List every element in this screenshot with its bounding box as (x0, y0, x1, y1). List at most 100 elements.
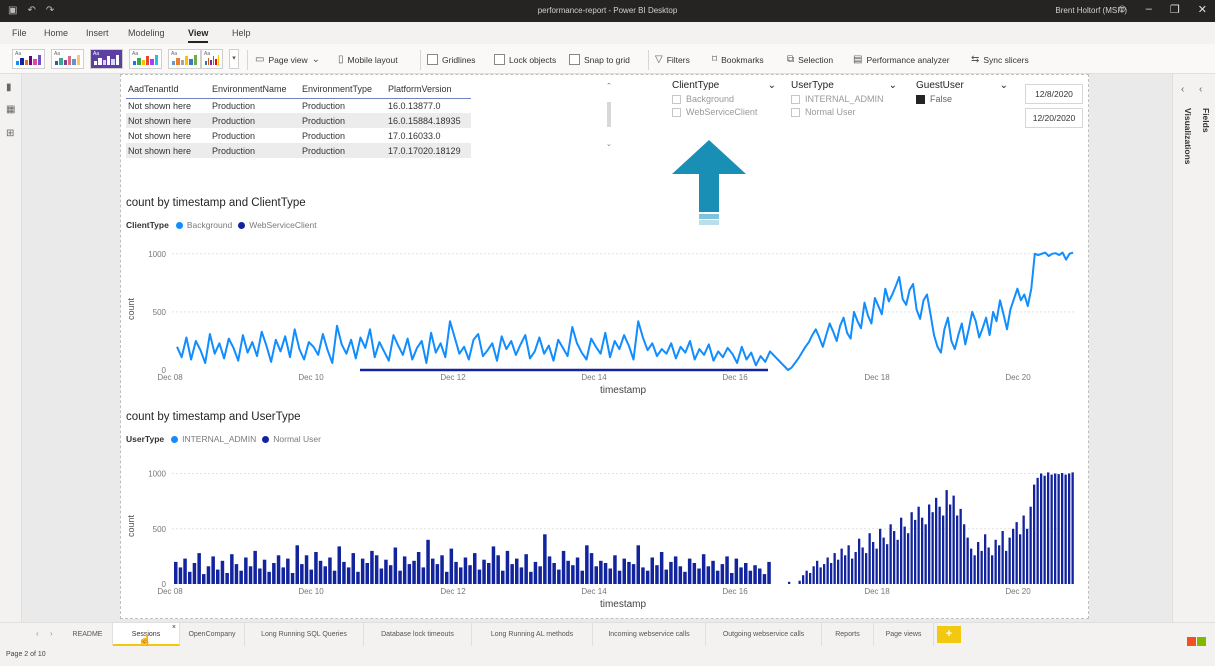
column-bar[interactable] (431, 558, 435, 584)
column-bar[interactable] (655, 565, 659, 584)
column-bar[interactable] (994, 539, 997, 584)
tab-view[interactable]: View (188, 28, 209, 43)
tab-home[interactable]: Home (44, 28, 68, 38)
page-tab-reports[interactable]: Reports (822, 623, 874, 646)
column-bar[interactable] (318, 560, 323, 584)
column-bar[interactable] (174, 561, 178, 584)
column-bar[interactable] (304, 555, 309, 584)
column-bar[interactable] (1050, 474, 1053, 584)
theme-swatch[interactable]: Aa (129, 49, 162, 69)
column-bar[interactable] (398, 570, 402, 584)
column-bar[interactable] (823, 564, 826, 584)
column-bar[interactable] (253, 550, 257, 584)
column-bar[interactable] (529, 571, 533, 584)
column-bar[interactable] (370, 550, 374, 584)
page-tab-outgoing-webservice-calls[interactable]: Outgoing webservice calls (706, 623, 822, 646)
column-bar[interactable] (290, 573, 295, 584)
column-bar[interactable] (1033, 484, 1036, 584)
column-bar[interactable] (445, 571, 449, 584)
column-bar[interactable] (1005, 550, 1008, 584)
column-bar[interactable] (332, 570, 337, 584)
legend-label[interactable]: Normal User (273, 434, 321, 444)
column-bar[interactable] (701, 554, 706, 584)
column-bar[interactable] (921, 517, 924, 584)
theme-swatch[interactable]: Aa (168, 49, 201, 69)
column-bar[interactable] (1057, 474, 1060, 584)
column-bar[interactable] (858, 538, 861, 584)
column-bar[interactable] (987, 547, 990, 585)
column-bar[interactable] (1015, 522, 1018, 584)
slicer-option-background[interactable]: Background (672, 94, 776, 104)
column-bar[interactable] (753, 565, 757, 584)
legend-label[interactable]: WebServiceClient (249, 220, 316, 230)
column-bar[interactable] (426, 539, 430, 584)
column-bar[interactable] (893, 531, 896, 584)
scroll-down-icon[interactable]: ⌄ (606, 140, 612, 148)
column-bar[interactable] (903, 526, 906, 584)
column-bar[interactable] (346, 567, 351, 584)
column-bar[interactable] (678, 566, 683, 584)
column-header[interactable]: EnvironmentType (300, 80, 386, 99)
column-bar[interactable] (851, 558, 854, 584)
column-bar[interactable] (300, 564, 304, 584)
column-bar[interactable] (622, 558, 627, 584)
column-bar[interactable] (1054, 473, 1057, 585)
column-bar[interactable] (627, 561, 631, 584)
column-bar[interactable] (487, 563, 491, 584)
column-bar[interactable] (802, 575, 805, 584)
column-bar[interactable] (868, 533, 871, 584)
column-bar[interactable] (351, 553, 356, 584)
column-bar[interactable] (505, 550, 510, 584)
themes-dropdown-chevron-down-icon[interactable]: ▾ (229, 49, 239, 69)
column-bar[interactable] (973, 555, 976, 584)
table-row[interactable]: Not shown here Production Production 17.0.1… (126, 143, 471, 158)
column-bar[interactable] (669, 561, 673, 584)
column-bar[interactable] (206, 566, 211, 584)
column-bar[interactable] (561, 550, 566, 584)
date-start-input[interactable]: 12/8/2020 (1025, 84, 1083, 104)
column-bar[interactable] (360, 558, 365, 584)
column-bar[interactable] (826, 557, 829, 585)
page-tab-database-lock-timeouts[interactable]: Database lock timeouts (364, 623, 472, 646)
column-bar[interactable] (970, 548, 973, 584)
column-bar[interactable] (599, 560, 603, 584)
table-row[interactable]: Not shown here Production Production 16.0.1… (126, 98, 471, 113)
column-bar[interactable] (281, 567, 286, 584)
column-bar[interactable] (928, 504, 931, 585)
column-bar[interactable] (216, 569, 220, 584)
column-bar[interactable] (739, 567, 743, 584)
column-bar[interactable] (650, 557, 655, 585)
column-bar[interactable] (594, 566, 599, 584)
column-bar[interactable] (617, 570, 622, 584)
column-bar[interactable] (552, 563, 556, 584)
chevron-down-icon[interactable]: ⌄ (889, 80, 897, 91)
column-bar[interactable] (374, 555, 379, 584)
column-bar[interactable] (197, 553, 201, 584)
column-bar[interactable] (435, 564, 440, 584)
column-bar[interactable] (239, 570, 243, 584)
column-bar[interactable] (998, 545, 1001, 584)
column-bar[interactable] (1061, 473, 1064, 584)
column-bar[interactable] (272, 563, 276, 584)
column-bar[interactable] (412, 560, 416, 584)
column-bar[interactable] (230, 554, 234, 584)
column-bar[interactable] (1022, 515, 1025, 585)
lock-objects-checkbox[interactable]: Lock objects (494, 54, 556, 65)
minimize-icon[interactable]: – (1146, 3, 1152, 16)
column-bar[interactable] (603, 563, 608, 584)
column-bar[interactable] (388, 565, 393, 584)
legend-label[interactable]: Background (187, 220, 232, 230)
column-bar[interactable] (178, 567, 183, 584)
column-bar[interactable] (407, 564, 412, 584)
column-bar[interactable] (440, 555, 444, 584)
column-bar[interactable] (840, 548, 843, 584)
tab-modeling[interactable]: Modeling (128, 28, 165, 38)
column-bar[interactable] (248, 566, 253, 584)
column-bar[interactable] (692, 563, 697, 584)
slicer-option-false[interactable]: False (916, 94, 1008, 104)
column-bar[interactable] (342, 561, 346, 584)
close-tab-icon[interactable]: × (172, 616, 176, 639)
column-bar[interactable] (337, 546, 342, 584)
tab-help[interactable]: Help (232, 28, 251, 38)
column-bar[interactable] (956, 515, 959, 585)
